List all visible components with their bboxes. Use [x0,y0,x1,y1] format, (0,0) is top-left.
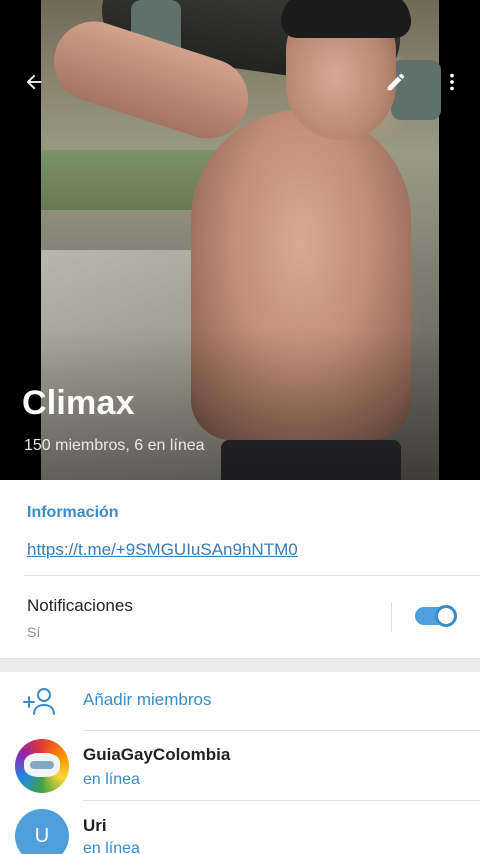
add-members-button[interactable]: Añadir miembros [0,672,480,730]
member-row[interactable]: U Uri en línea [0,808,480,854]
add-user-icon [23,688,55,715]
add-members-label: Añadir miembros [83,690,212,709]
group-title: Climax [22,384,135,422]
member-name: Uri [83,816,107,835]
more-vertical-icon [450,73,454,91]
more-options-button[interactable] [432,62,472,102]
toggle-knob [435,605,457,627]
notifications-label[interactable]: Notificaciones [27,596,133,616]
notifications-value: Sí [27,624,41,640]
divider [83,800,480,801]
photo-cap [281,0,411,38]
back-button[interactable] [14,62,54,102]
member-name: GuiaGayColombia [83,745,231,764]
member-row[interactable]: GuiaGayColombia en línea [0,738,480,806]
info-section: Información https://t.me/+9SMGUIuSAn9hNT… [0,480,480,660]
members-section: Añadir miembros GuiaGayColombia en línea… [0,672,480,854]
member-status: en línea [83,840,140,854]
info-label: Información [27,504,119,521]
invite-link[interactable]: https://t.me/+9SMGUIuSAn9hNTM0 [27,540,298,560]
member-status: en línea [83,771,140,788]
divider [83,730,480,731]
pencil-icon [387,73,405,91]
arrow-left-icon [26,74,42,90]
profile-header: Climax 150 miembros, 6 en línea [0,0,480,480]
edit-button[interactable] [376,62,416,102]
group-subtitle: 150 miembros, 6 en línea [24,437,205,454]
divider [24,575,480,576]
notifications-toggle[interactable] [415,605,457,627]
section-gap [0,658,480,672]
avatar: U [15,809,69,854]
avatar-logo [24,753,60,777]
vertical-separator [391,602,392,632]
avatar [15,739,69,793]
